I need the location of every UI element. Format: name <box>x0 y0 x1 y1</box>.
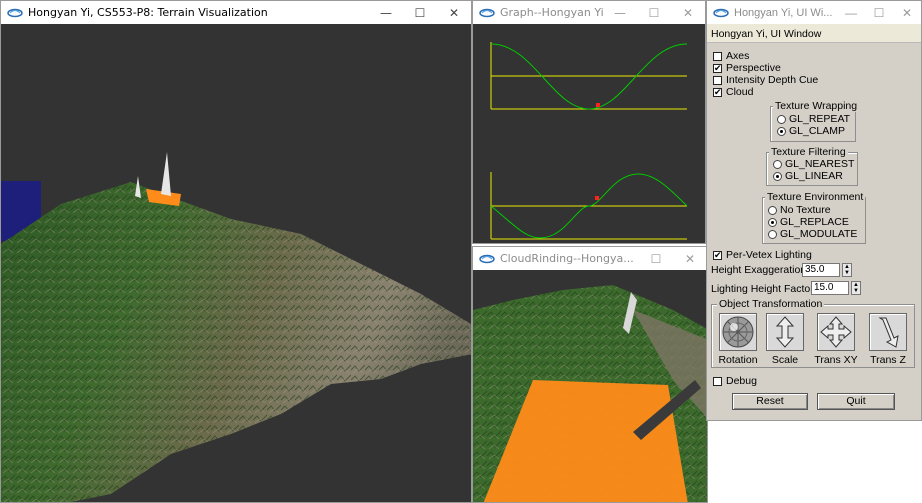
close-button[interactable]: ✕ <box>671 1 705 24</box>
gl-modulate-radio[interactable] <box>768 230 777 239</box>
minimize-button[interactable]: — <box>603 1 637 24</box>
scale-arrow-icon <box>775 316 795 348</box>
perspective-checkbox[interactable]: ✔ <box>713 64 722 73</box>
trackball-icon <box>722 316 754 348</box>
terrain-titlebar[interactable]: Hongyan Yi, CS553-P8: Terrain Visualizat… <box>1 1 471 24</box>
graph-plots <box>490 42 688 240</box>
cloud-titlebar[interactable]: CloudRinding--Hongya... ☐ ✕ <box>473 247 707 270</box>
intensity-depth-cue-checkbox[interactable] <box>713 76 722 85</box>
gl-modulate-label: GL_MODULATE <box>780 228 858 240</box>
texture-filtering-title: Texture Filtering <box>769 146 848 158</box>
plot-sine <box>490 172 688 240</box>
trans-xy-label: Trans XY <box>814 354 858 366</box>
minimize-button[interactable]: — <box>369 1 403 24</box>
height-exaggeration-input[interactable]: 35.0 <box>802 263 840 277</box>
no-texture-label: No Texture <box>780 204 831 216</box>
height-exaggeration-spinner[interactable]: ▲ ▼ <box>842 263 852 277</box>
debug-label: Debug <box>726 375 757 387</box>
object-transformation-title: Object Transformation <box>717 298 825 310</box>
close-button[interactable]: ✕ <box>893 1 921 24</box>
gl-replace-radio[interactable] <box>768 218 777 227</box>
maximize-button[interactable]: ☐ <box>403 1 437 24</box>
ui-window-title: Hongyan Yi, UI Wi... <box>734 6 833 19</box>
debug-checkbox[interactable] <box>713 377 722 386</box>
scale-tool[interactable] <box>766 313 804 351</box>
gl-clamp-radio[interactable] <box>777 127 786 136</box>
trans-z-label: Trans Z <box>870 354 906 366</box>
move-z-icon <box>878 317 899 348</box>
reset-button[interactable]: Reset <box>732 393 808 410</box>
intensity-depth-cue-label: Intensity Depth Cue <box>726 74 819 86</box>
gl-linear-radio[interactable] <box>773 172 782 181</box>
app-icon <box>713 8 729 17</box>
maximize-button[interactable]: ☐ <box>637 1 671 24</box>
rotation-tool[interactable] <box>719 313 757 351</box>
plot1-marker <box>596 103 600 107</box>
app-icon <box>479 8 495 17</box>
ui-heading: Hongyan Yi, UI Window <box>711 28 822 40</box>
lighting-height-factor-label: Lighting Height Factor <box>711 283 814 295</box>
maximize-button[interactable]: ☐ <box>865 1 893 24</box>
plot2-marker <box>595 196 599 200</box>
terrain-viewport[interactable] <box>1 24 471 502</box>
trans-z-tool[interactable] <box>869 313 907 351</box>
per-vertex-lighting-checkbox[interactable]: ✔ <box>713 251 722 260</box>
terrain-window[interactable]: Hongyan Yi, CS553-P8: Terrain Visualizat… <box>0 0 472 503</box>
maximize-button[interactable]: ☐ <box>639 247 673 270</box>
texture-environment-title: Texture Environment <box>765 191 866 203</box>
cloud-viewport[interactable] <box>473 270 707 502</box>
cloud-window-title: CloudRinding--Hongya... <box>500 252 634 265</box>
cloud-label: Cloud <box>726 86 754 98</box>
move-xy-icon <box>820 316 852 348</box>
lighting-height-factor-input[interactable]: 15.0 <box>811 281 849 295</box>
terrain-window-title: Hongyan Yi, CS553-P8: Terrain Visualizat… <box>28 6 268 19</box>
scale-label: Scale <box>771 354 799 366</box>
terrain-render <box>1 152 471 502</box>
gl-linear-label: GL_LINEAR <box>785 170 843 182</box>
ui-heading-bar: Hongyan Yi, UI Window <box>707 24 921 43</box>
rotation-label: Rotation <box>718 354 758 366</box>
minimize-button[interactable]: — <box>837 1 865 24</box>
no-texture-radio[interactable] <box>768 206 777 215</box>
gl-repeat-label: GL_REPEAT <box>789 113 851 125</box>
gl-repeat-radio[interactable] <box>777 115 786 124</box>
cloud-shard <box>161 152 171 196</box>
close-button[interactable]: ✕ <box>673 247 707 270</box>
graph-window-title: Graph--Hongyan Yi <box>500 6 603 19</box>
texture-wrapping-title: Texture Wrapping <box>773 100 860 112</box>
gl-clamp-label: GL_CLAMP <box>789 125 846 137</box>
lighting-height-factor-spinner[interactable]: ▲ ▼ <box>851 281 861 295</box>
ui-titlebar[interactable]: Hongyan Yi, UI Wi... — ☐ ✕ <box>707 1 921 24</box>
per-vertex-lighting-label: Per-Vetex Lighting <box>726 249 812 261</box>
axes-checkbox[interactable] <box>713 52 722 61</box>
cloud-checkbox[interactable]: ✔ <box>713 88 722 97</box>
plot-cosine <box>490 42 688 110</box>
gl-replace-label: GL_REPLACE <box>780 216 849 228</box>
gl-nearest-label: GL_NEAREST <box>785 158 855 170</box>
app-icon <box>479 254 495 263</box>
close-button[interactable]: ✕ <box>437 1 471 24</box>
graph-titlebar[interactable]: Graph--Hongyan Yi — ☐ ✕ <box>473 1 705 24</box>
axes-label: Axes <box>726 50 750 62</box>
quit-button[interactable]: Quit <box>817 393 895 410</box>
ui-window[interactable]: Hongyan Yi, UI Wi... — ☐ ✕ Hongyan Yi, U… <box>706 0 922 421</box>
cloud-window[interactable]: CloudRinding--Hongya... ☐ ✕ <box>472 246 708 503</box>
trans-xy-tool[interactable] <box>817 313 855 351</box>
perspective-label: Perspective <box>726 62 781 74</box>
graph-viewport[interactable] <box>473 24 705 243</box>
graph-window[interactable]: Graph--Hongyan Yi — ☐ ✕ <box>472 0 706 244</box>
height-exaggeration-label: Height Exaggeration <box>711 264 807 276</box>
gl-nearest-radio[interactable] <box>773 160 782 169</box>
cloud-render <box>473 285 707 502</box>
app-icon <box>7 8 23 17</box>
